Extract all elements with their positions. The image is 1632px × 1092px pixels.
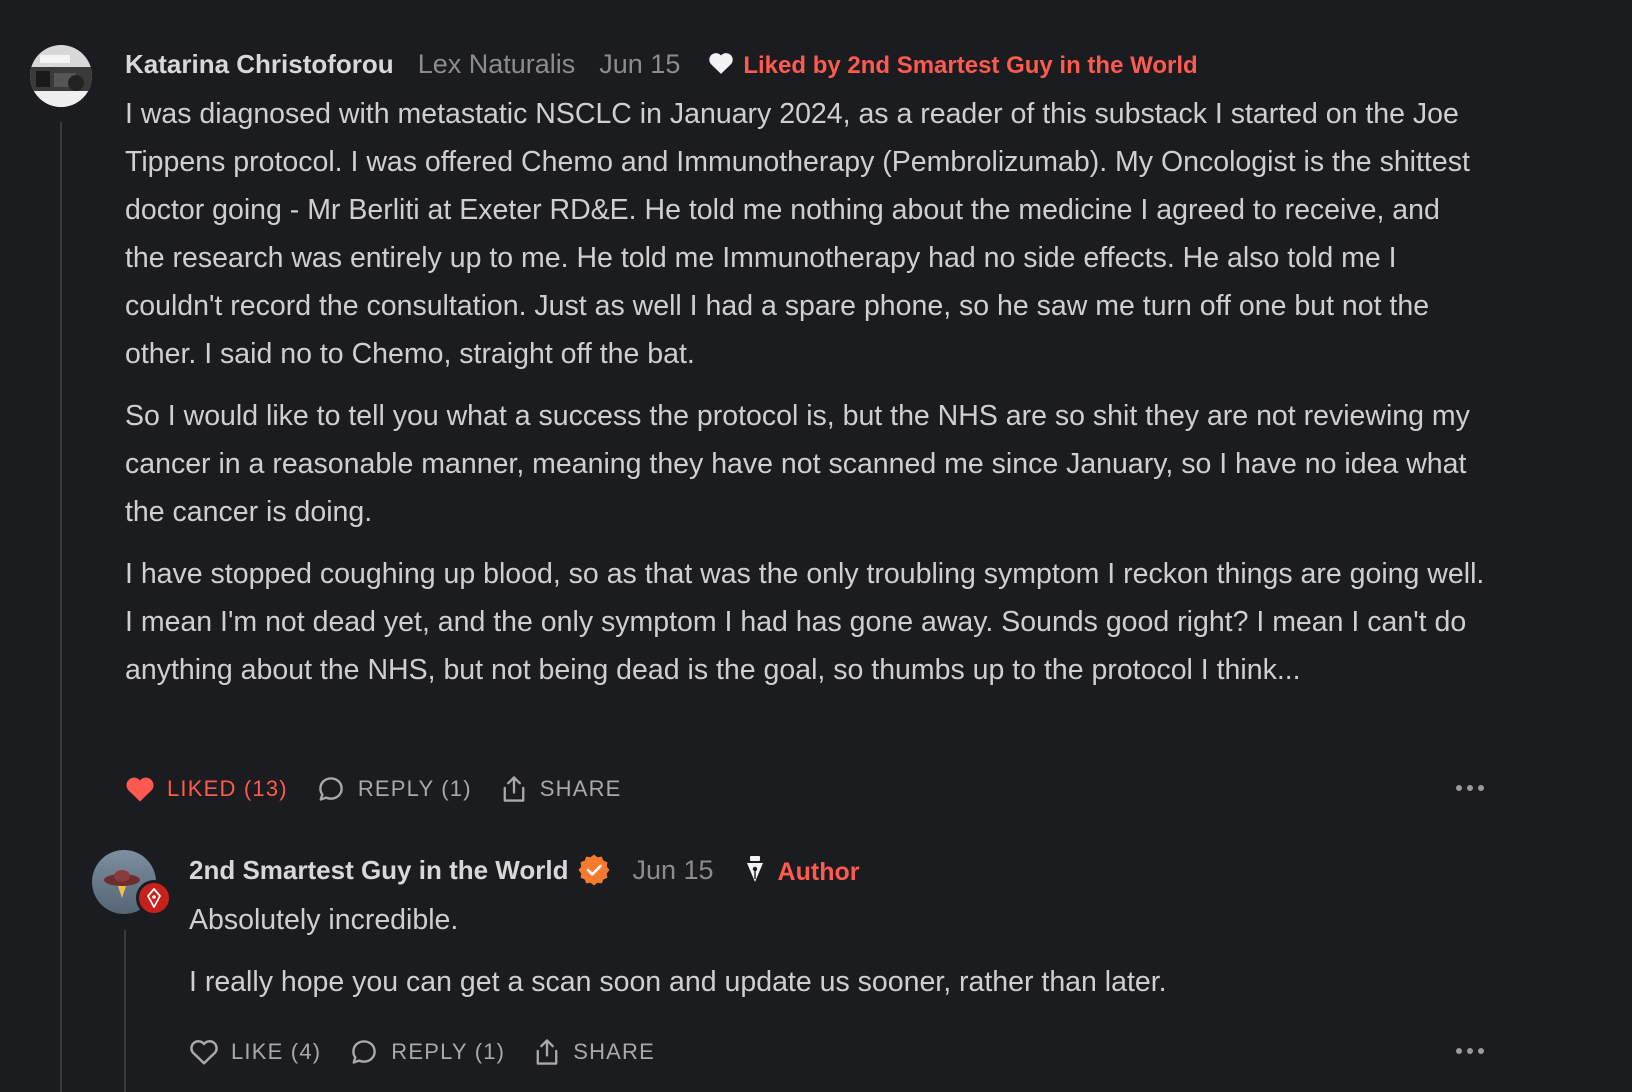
share-icon xyxy=(500,774,528,804)
reply-button-label: REPLY (1) xyxy=(357,776,472,801)
commenter-avatar[interactable] xyxy=(30,45,92,107)
reply-button[interactable]: REPLY (1) xyxy=(316,774,472,804)
thread-line xyxy=(60,122,62,1092)
reply-paragraph: I really hope you can get a scan soon an… xyxy=(189,966,1167,998)
reply-like-button[interactable]: LIKE (4) xyxy=(189,1038,321,1066)
reply-share-button-label: SHARE xyxy=(573,1039,656,1064)
liked-by-author-badge: Liked by 2nd Smartest Guy in the World xyxy=(708,48,1198,80)
comment-publication-name[interactable]: Lex Naturalis xyxy=(418,49,576,80)
reply-author-name[interactable]: 2nd Smartest Guy in the World xyxy=(189,855,568,886)
more-options-icon[interactable] xyxy=(1456,785,1484,791)
author-badge-label: Author xyxy=(777,857,860,886)
reply-reply-button[interactable]: REPLY (1) xyxy=(349,1037,505,1067)
comment-header: Katarina Christoforou Lex Naturalis Jun … xyxy=(125,44,1485,84)
reply-reply-button-label: REPLY (1) xyxy=(391,1039,506,1064)
liked-by-label: Liked by 2nd Smartest Guy in the World xyxy=(743,52,1198,79)
reply-thread-line xyxy=(124,930,126,1092)
comment-paragraph: So I would like to tell you what a succe… xyxy=(125,400,1470,528)
reply-body: Absolutely incredible. I really hope you… xyxy=(189,896,1489,1006)
comment-date[interactable]: Jun 15 xyxy=(599,49,680,80)
pen-nib-icon xyxy=(744,855,766,883)
heart-filled-icon xyxy=(125,775,155,803)
speech-bubble-icon xyxy=(349,1037,379,1067)
reply-date[interactable]: Jun 15 xyxy=(632,855,713,886)
verified-check-icon xyxy=(578,854,610,886)
author-badge: Author xyxy=(744,854,860,887)
heart-outline-icon xyxy=(189,1038,219,1066)
reply-more-options-icon[interactable] xyxy=(1456,1048,1484,1054)
reply-paragraph: Absolutely incredible. xyxy=(189,904,459,936)
speech-bubble-icon xyxy=(316,774,346,804)
comment-author-name[interactable]: Katarina Christoforou xyxy=(125,49,394,80)
comment: Katarina Christoforou Lex Naturalis Jun … xyxy=(125,44,1485,694)
share-icon xyxy=(533,1037,561,1067)
comment-actions: LIKED (13) REPLY (1) SHARE xyxy=(125,771,622,807)
comment-body: I was diagnosed with metastatic NSCLC in… xyxy=(125,90,1485,694)
reply-actions: LIKE (4) REPLY (1) SHARE xyxy=(189,1034,655,1070)
author-pen-badge-icon xyxy=(136,880,172,916)
comment-paragraph: I was diagnosed with metastatic NSCLC in… xyxy=(125,98,1470,370)
share-button[interactable]: SHARE xyxy=(500,774,622,804)
reply-share-button[interactable]: SHARE xyxy=(533,1037,655,1067)
reply-author-avatar[interactable] xyxy=(92,850,178,922)
like-button[interactable]: LIKED (13) xyxy=(125,775,288,803)
reply-comment: 2nd Smartest Guy in the World Jun 15 Aut… xyxy=(189,850,1489,1006)
comment-paragraph: I have stopped coughing up blood, so as … xyxy=(125,558,1485,686)
like-button-label: LIKED (13) xyxy=(167,776,288,801)
reply-header: 2nd Smartest Guy in the World Jun 15 Aut… xyxy=(189,850,1489,890)
reply-like-button-label: LIKE (4) xyxy=(231,1039,322,1064)
heart-icon xyxy=(708,51,734,75)
share-button-label: SHARE xyxy=(539,776,622,801)
